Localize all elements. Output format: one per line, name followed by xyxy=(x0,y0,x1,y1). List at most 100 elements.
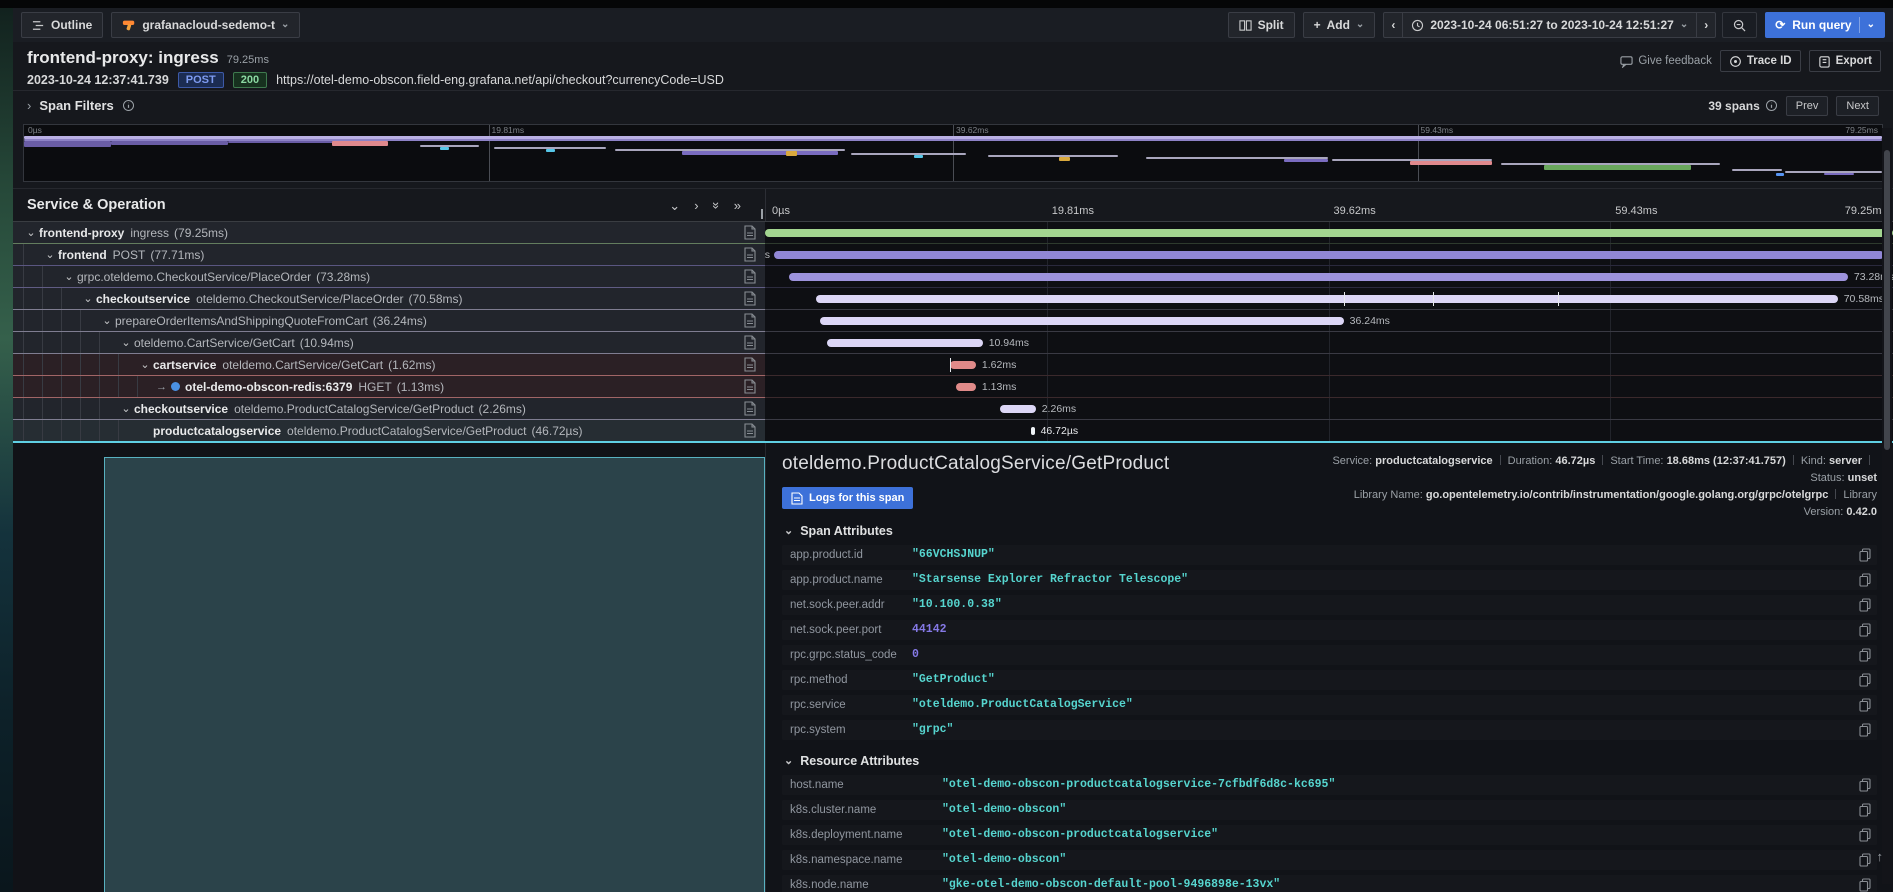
span-logs-icon[interactable] xyxy=(743,335,757,350)
span-row[interactable]: ⌄cartserviceoteldemo.CartService/GetCart… xyxy=(13,354,1893,376)
time-shift-forward-button[interactable]: › xyxy=(1696,12,1716,38)
span-row-name-cell[interactable]: →otel-demo-obscon-redis:6379HGET(1.13ms) xyxy=(13,376,765,398)
span-row[interactable]: ⌄checkoutserviceoteldemo.ProductCatalogS… xyxy=(13,398,1893,420)
collapse-one-icon[interactable]: ⌄ xyxy=(669,199,680,212)
span-bar[interactable] xyxy=(1000,405,1036,413)
copy-icon[interactable] xyxy=(1859,698,1871,712)
copy-icon[interactable] xyxy=(1859,878,1871,892)
chevron-right-icon[interactable]: › xyxy=(27,98,31,113)
time-range-button[interactable]: 2023-10-24 06:51:27 to 2023-10-24 12:51:… xyxy=(1403,12,1696,38)
span-row-timeline-cell[interactable]: 79.25ms xyxy=(765,222,1893,244)
copy-icon[interactable] xyxy=(1859,828,1871,842)
copy-icon[interactable] xyxy=(1859,648,1871,662)
copy-icon[interactable] xyxy=(1859,598,1871,612)
span-logs-icon[interactable] xyxy=(743,379,757,394)
span-row[interactable]: ⌄frontend-proxyingress(79.25ms)79.25ms xyxy=(13,222,1893,244)
span-row[interactable]: productcatalogserviceoteldemo.ProductCat… xyxy=(13,420,1893,442)
span-bar[interactable] xyxy=(827,339,983,347)
chevron-down-icon[interactable]: ⌄ xyxy=(80,292,96,305)
span-row-name-cell[interactable]: ⌄grpc.oteldemo.CheckoutService/PlaceOrde… xyxy=(13,266,765,288)
span-logs-icon[interactable] xyxy=(743,401,757,416)
span-filters-label[interactable]: Span Filters xyxy=(39,98,113,113)
span-row-name-cell[interactable]: ⌄cartserviceoteldemo.CartService/GetCart… xyxy=(13,354,765,376)
span-logs-icon[interactable] xyxy=(743,291,757,306)
span-row[interactable]: ⌄grpc.oteldemo.CheckoutService/PlaceOrde… xyxy=(13,266,1893,288)
span-logs-icon[interactable] xyxy=(743,269,757,284)
span-row-timeline-cell[interactable]: 1.62ms xyxy=(765,354,1893,376)
span-row-name-cell[interactable]: ⌄checkoutserviceoteldemo.ProductCatalogS… xyxy=(13,398,765,420)
give-feedback-button[interactable]: Give feedback xyxy=(1620,55,1712,68)
outline-button[interactable]: Outline xyxy=(21,12,103,38)
span-logs-icon[interactable] xyxy=(743,313,757,328)
span-logs-icon[interactable] xyxy=(743,357,757,372)
span-row-timeline-cell[interactable]: 10.94ms xyxy=(765,332,1893,354)
span-row-timeline-cell[interactable]: 36.24ms xyxy=(765,310,1893,332)
copy-icon[interactable] xyxy=(1859,548,1871,562)
span-row-name-cell[interactable]: productcatalogserviceoteldemo.ProductCat… xyxy=(13,420,765,442)
span-row-timeline-cell[interactable]: 1.13ms xyxy=(765,376,1893,398)
span-bar[interactable] xyxy=(774,251,1884,259)
span-row-timeline-cell[interactable]: 70.58ms xyxy=(765,288,1893,310)
vertical-scrollbar[interactable] xyxy=(1882,128,1892,884)
span-row-timeline-cell[interactable]: 77.71ms xyxy=(765,244,1893,266)
span-bar[interactable] xyxy=(956,383,976,391)
next-span-button[interactable]: Next xyxy=(1836,96,1879,116)
chevron-down-icon[interactable]: ⌄ xyxy=(118,336,134,349)
span-bar[interactable] xyxy=(789,273,1848,281)
section-header-span-attributes[interactable]: ⌄Span Attributes xyxy=(784,524,1877,538)
span-row-name-cell[interactable]: ⌄frontend-proxyingress(79.25ms) xyxy=(13,222,765,244)
span-row-timeline-cell[interactable]: 46.72µs xyxy=(765,420,1893,442)
split-button[interactable]: Split xyxy=(1228,12,1295,38)
scrollbar-thumb[interactable] xyxy=(1884,150,1890,450)
prev-span-button[interactable]: Prev xyxy=(1786,96,1829,116)
time-shift-back-button[interactable]: ‹ xyxy=(1383,12,1403,38)
indent-guide xyxy=(23,354,42,375)
span-bar[interactable] xyxy=(950,361,976,369)
span-row-name-cell[interactable]: ⌄frontendPOST(77.71ms) xyxy=(13,244,765,266)
export-button[interactable]: Export xyxy=(1809,50,1881,72)
trace-minimap-canvas[interactable]: 0µs19.81ms39.62ms59.43ms79.25ms xyxy=(23,124,1883,182)
span-bar[interactable] xyxy=(1031,427,1034,435)
copy-icon[interactable] xyxy=(1859,623,1871,637)
span-row-timeline-cell[interactable]: 2.26ms xyxy=(765,398,1893,420)
span-bar[interactable] xyxy=(765,229,1893,237)
span-row-name-cell[interactable]: ⌄prepareOrderItemsAndShippingQuoteFromCa… xyxy=(13,310,765,332)
copy-icon[interactable] xyxy=(1859,573,1871,587)
chevron-down-icon[interactable]: ⌄ xyxy=(23,226,39,239)
span-row[interactable]: ⌄prepareOrderItemsAndShippingQuoteFromCa… xyxy=(13,310,1893,332)
copy-icon[interactable] xyxy=(1859,778,1871,792)
span-row-timeline-cell[interactable]: 73.28ms xyxy=(765,266,1893,288)
timeline-tick-label: 19.81ms xyxy=(1052,205,1094,217)
span-row[interactable]: →otel-demo-obscon-redis:6379HGET(1.13ms)… xyxy=(13,376,1893,398)
add-button[interactable]: + Add ⌄ xyxy=(1303,12,1376,38)
datasource-picker[interactable]: grafanacloud-sedemo-t ⌄ xyxy=(111,12,300,38)
span-logs-icon[interactable] xyxy=(743,423,757,438)
copy-icon[interactable] xyxy=(1859,673,1871,687)
trace-id-button[interactable]: Trace ID xyxy=(1720,50,1801,72)
zoom-out-button[interactable] xyxy=(1722,12,1757,38)
span-row[interactable]: ⌄frontendPOST(77.71ms)77.71ms xyxy=(13,244,1893,266)
chevron-down-icon[interactable]: ⌄ xyxy=(118,402,134,415)
chevron-down-icon[interactable]: ⌄ xyxy=(42,248,58,261)
span-row-name-cell[interactable]: ⌄checkoutserviceoteldemo.CheckoutService… xyxy=(13,288,765,310)
span-logs-icon[interactable] xyxy=(743,247,757,262)
span-duration: (77.71ms) xyxy=(150,248,204,262)
copy-icon[interactable] xyxy=(1859,853,1871,867)
chevron-down-icon[interactable]: ⌄ xyxy=(61,270,77,283)
span-logs-icon[interactable] xyxy=(743,225,757,240)
chevron-down-icon[interactable]: ⌄ xyxy=(99,314,115,327)
expand-all-icon[interactable]: » xyxy=(734,199,741,212)
span-row-name-cell[interactable]: ⌄oteldemo.CartService/GetCart(10.94ms) xyxy=(13,332,765,354)
logs-for-span-button[interactable]: Logs for this span xyxy=(782,487,913,509)
run-query-button[interactable]: ⟳ Run query ⌄ xyxy=(1765,12,1885,38)
expand-one-icon[interactable]: › xyxy=(694,199,698,212)
copy-icon[interactable] xyxy=(1859,803,1871,817)
span-row[interactable]: ⌄oteldemo.CartService/GetCart(10.94ms)10… xyxy=(13,332,1893,354)
span-bar[interactable] xyxy=(820,317,1343,325)
chevron-down-icon[interactable]: ⌄ xyxy=(137,358,153,371)
copy-icon[interactable] xyxy=(1859,723,1871,737)
span-bar[interactable] xyxy=(816,295,1838,303)
collapse-all-icon[interactable]: » xyxy=(710,201,723,208)
section-header-resource-attributes[interactable]: ⌄Resource Attributes xyxy=(784,754,1877,768)
span-row[interactable]: ⌄checkoutserviceoteldemo.CheckoutService… xyxy=(13,288,1893,310)
